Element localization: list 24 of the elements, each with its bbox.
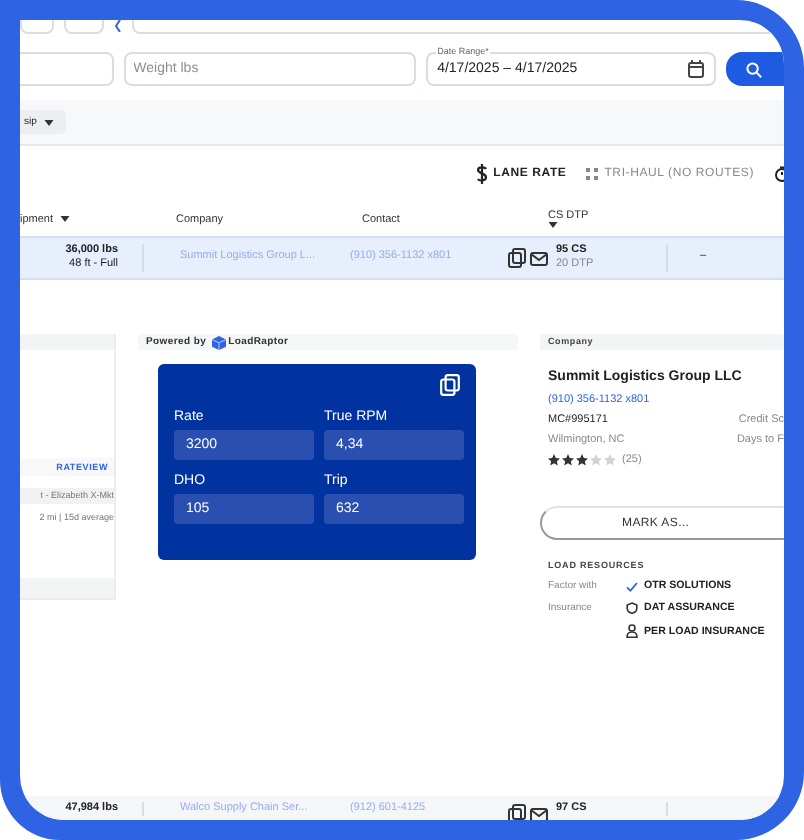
person-icon [626,624,638,638]
copy-icon [507,248,525,268]
check-icon [626,581,638,591]
cube-icon [212,335,227,349]
shield-icon [626,602,638,614]
copy-button[interactable] [506,802,526,820]
calendar-icon [687,60,704,78]
copy-icon [440,373,460,395]
caret-icon [44,119,55,125]
email-button[interactable] [528,802,548,820]
sort-caret-icon [59,216,70,222]
copy-icon [507,804,525,820]
sort-caret-icon [548,222,558,229]
copy-button[interactable] [438,372,462,396]
back-icon [114,20,122,32]
mail-icon [529,251,547,265]
search-icon [745,61,762,77]
grid-icon [586,167,599,179]
search-button[interactable] [725,52,784,86]
mail-icon [529,807,547,820]
email-button[interactable] [528,246,548,270]
dollar-icon [475,163,488,183]
copy-button[interactable] [506,246,526,270]
input-field[interactable] [20,52,114,86]
